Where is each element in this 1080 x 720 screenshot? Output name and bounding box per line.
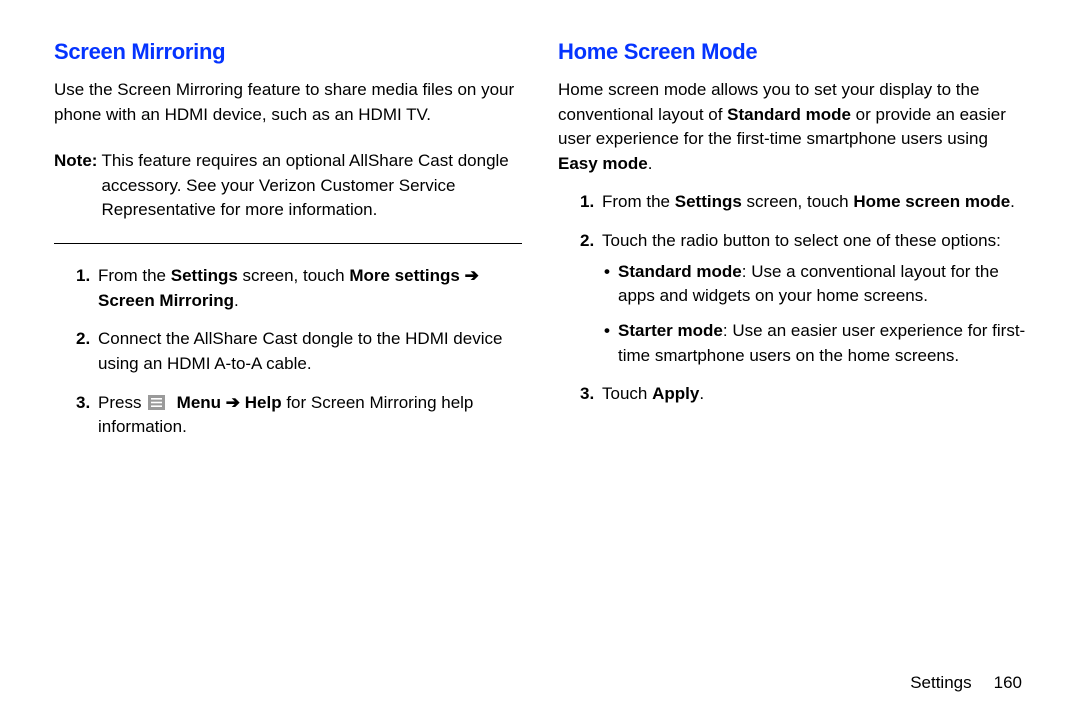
step-3-left: 3. Press Menu ➔ Help for Screen Mirrorin… bbox=[76, 391, 522, 440]
note-body: This feature requires an optional AllSha… bbox=[101, 149, 522, 223]
step-2-left: 2. Connect the AllShare Cast dongle to t… bbox=[76, 327, 522, 376]
arrow-icon: ➔ bbox=[221, 393, 245, 412]
footer-page-number: 160 bbox=[994, 673, 1022, 692]
step-1-left: 1. From the Settings screen, touch More … bbox=[76, 264, 522, 313]
heading-screen-mirroring: Screen Mirroring bbox=[54, 36, 522, 68]
option-standard: Standard mode: Use a conventional layout… bbox=[602, 260, 1026, 309]
step-1-right: 1. From the Settings screen, touch Home … bbox=[580, 190, 1026, 215]
steps-left: 1. From the Settings screen, touch More … bbox=[54, 264, 522, 440]
left-column: Screen Mirroring Use the Screen Mirrorin… bbox=[54, 36, 548, 720]
right-column: Home Screen Mode Home screen mode allows… bbox=[548, 36, 1036, 720]
options-list: Standard mode: Use a conventional layout… bbox=[602, 260, 1026, 369]
step-3-right: 3. Touch Apply. bbox=[580, 382, 1026, 407]
intro-home-screen-mode: Home screen mode allows you to set your … bbox=[558, 78, 1026, 177]
arrow-icon: ➔ bbox=[460, 266, 479, 285]
page-footer: Settings 160 bbox=[910, 671, 1022, 696]
note-block: Note: This feature requires an optional … bbox=[54, 149, 522, 244]
step-2-right: 2. Touch the radio button to select one … bbox=[580, 229, 1026, 368]
menu-icon bbox=[148, 393, 165, 408]
intro-screen-mirroring: Use the Screen Mirroring feature to shar… bbox=[54, 78, 522, 127]
heading-home-screen-mode: Home Screen Mode bbox=[558, 36, 1026, 68]
footer-section: Settings bbox=[910, 673, 971, 692]
steps-right: 1. From the Settings screen, touch Home … bbox=[558, 190, 1026, 406]
option-starter: Starter mode: Use an easier user experie… bbox=[602, 319, 1026, 368]
note-label: Note: bbox=[54, 149, 101, 223]
